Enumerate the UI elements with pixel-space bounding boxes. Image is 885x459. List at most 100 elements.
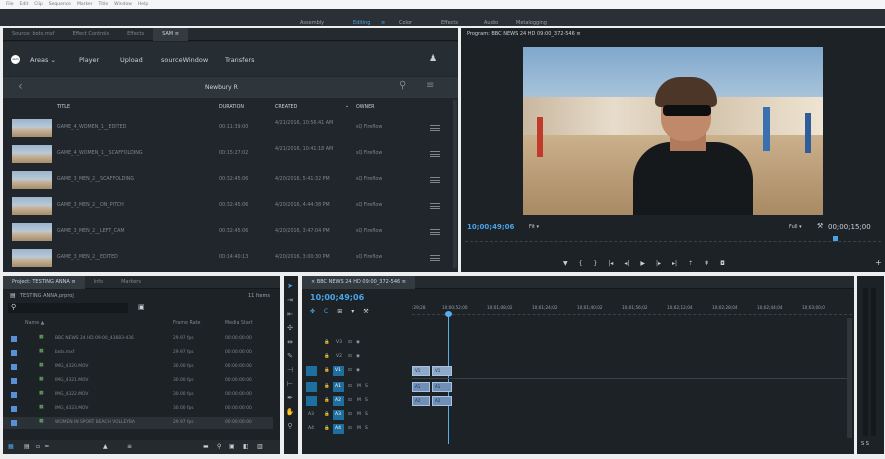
- project-item[interactable]: ▦ bots.mxf 29.97 fps 00:00:00:00: [3, 347, 273, 359]
- menu-icon[interactable]: ≡: [426, 80, 434, 91]
- track-lock-icon[interactable]: 🔒: [324, 426, 330, 431]
- list-view-icon[interactable]: ▤: [24, 443, 30, 450]
- track-sync-icon[interactable]: ⊡: [348, 368, 352, 373]
- mute-button[interactable]: M: [357, 384, 361, 389]
- mute-button[interactable]: M: [357, 426, 361, 431]
- icon-view-icon[interactable]: ▫: [36, 443, 40, 450]
- row-menu-icon[interactable]: [430, 125, 440, 131]
- find-icon[interactable]: ⚲: [217, 443, 221, 450]
- automate-icon[interactable]: ▬: [203, 443, 209, 450]
- menu-sequence[interactable]: Sequence: [49, 2, 71, 7]
- tab-project[interactable]: Project: TESTING ANNA ≡: [3, 276, 85, 289]
- track-v2[interactable]: 🔒 V2 ⊡ ◉: [302, 352, 410, 363]
- sort-chevron-icon[interactable]: ⌄: [345, 104, 349, 109]
- vertical-scrollbar[interactable]: [453, 100, 457, 268]
- track-v1[interactable]: 🔒 V1 ⊡ ◉: [302, 366, 410, 377]
- lock-icon[interactable]: ▦: [8, 443, 14, 450]
- solo-button[interactable]: S: [365, 398, 368, 403]
- tab-sam[interactable]: SAM ≡: [153, 28, 188, 41]
- col-owner[interactable]: OWNER: [356, 105, 374, 110]
- new-bin-icon[interactable]: ▣: [138, 303, 145, 311]
- solo-button[interactable]: S: [365, 384, 368, 389]
- timeline-timecode[interactable]: 10;00;49;06: [310, 293, 364, 302]
- user-icon[interactable]: ♟: [429, 54, 437, 64]
- track-lock-icon[interactable]: 🔒: [324, 398, 330, 403]
- asset-row[interactable]: GAME_3_MEN_2__EDITED 00:14:40:13 4/20/20…: [3, 247, 458, 269]
- meter-solo-buttons[interactable]: S S: [861, 441, 869, 447]
- tab-info[interactable]: Info: [85, 279, 112, 285]
- mark-out-icon[interactable]: }: [593, 260, 597, 267]
- timeline-ruler[interactable]: :29;28 10;00;52;00 10;01;08;02 10;01;24;…: [412, 303, 852, 315]
- linked-selection-icon[interactable]: ⊞: [337, 308, 342, 315]
- menu-file[interactable]: File: [6, 2, 14, 7]
- lift-icon[interactable]: ⇡: [688, 260, 693, 267]
- track-sync-icon[interactable]: ⊡: [348, 412, 352, 417]
- col-media-start[interactable]: Media Start: [225, 321, 253, 326]
- menu-edit[interactable]: Edit: [20, 2, 29, 7]
- track-lock-icon[interactable]: 🔒: [324, 340, 330, 345]
- rolling-edit-icon[interactable]: ✣: [284, 324, 296, 332]
- slide-icon[interactable]: ⊢: [284, 380, 296, 388]
- play-icon[interactable]: ▶: [640, 260, 645, 267]
- export-frame-icon[interactable]: ◘: [720, 260, 725, 267]
- video-clip[interactable]: V1: [432, 366, 452, 376]
- add-marker-icon[interactable]: ▾: [351, 308, 354, 315]
- asset-row[interactable]: GAME_3_MEN_2__ON_PITCH 00:32:45:06 4/20/…: [3, 195, 458, 217]
- nav-source-window[interactable]: sourceWindow: [161, 56, 208, 64]
- zoom-slider-icon[interactable]: ━: [45, 443, 49, 450]
- eye-icon[interactable]: ◉: [356, 340, 360, 345]
- zoom-icon[interactable]: ⚲: [284, 422, 296, 430]
- track-sync-icon[interactable]: ⊡: [348, 340, 352, 345]
- add-button-icon[interactable]: +: [875, 258, 882, 267]
- menu-title[interactable]: Title: [99, 2, 109, 7]
- track-lock-icon[interactable]: 🔒: [324, 368, 330, 373]
- asset-row[interactable]: GAME_3_MEN_2__SCAFFOLDING 00:32:45:06 4/…: [3, 169, 458, 191]
- audio-clip[interactable]: A2: [412, 396, 430, 406]
- new-item-icon[interactable]: ◧: [243, 443, 249, 450]
- workspace-metalogging[interactable]: Metalogging: [516, 20, 547, 26]
- col-name[interactable]: Name ▲: [25, 321, 44, 326]
- track-v3[interactable]: 🔒 V3 ⊡ ◉: [302, 338, 410, 349]
- nav-player[interactable]: Player: [79, 56, 99, 64]
- step-back-icon[interactable]: ◂|: [624, 260, 629, 267]
- col-created[interactable]: CREATED: [275, 105, 297, 110]
- asset-row[interactable]: GAME_4_WOMEN_1__SCAFFOLDING 00:15:27:02 …: [3, 143, 458, 165]
- mark-in-icon[interactable]: {: [579, 260, 583, 267]
- hand-icon[interactable]: ✋: [284, 408, 296, 416]
- col-title[interactable]: TITLE: [57, 105, 70, 110]
- program-timecode[interactable]: 10;00;49;06: [467, 223, 514, 231]
- workspace-assembly[interactable]: Assembly: [300, 20, 324, 26]
- zoom-handle-icon[interactable]: ▲: [103, 443, 108, 450]
- row-menu-icon[interactable]: [430, 177, 440, 183]
- workspace-editing[interactable]: Editing: [353, 20, 370, 26]
- project-item[interactable]: ▦ IMG_4320.MOV 30.00 fps 00:00:00:00: [3, 361, 273, 373]
- mute-button[interactable]: M: [357, 412, 361, 417]
- new-bin-footer-icon[interactable]: ▣: [229, 443, 235, 450]
- rate-stretch-icon[interactable]: ⇹: [284, 338, 296, 346]
- sam-logo[interactable]: sam: [11, 55, 20, 64]
- tab-effect-controls[interactable]: Effect Controls: [63, 31, 118, 37]
- track-lock-icon[interactable]: 🔒: [324, 412, 330, 417]
- workspace-effects[interactable]: Effects: [441, 20, 458, 26]
- tab-source[interactable]: Source: bots.mxf: [3, 31, 63, 37]
- track-sync-icon[interactable]: ⊡: [348, 426, 352, 431]
- back-icon[interactable]: ‹: [18, 79, 23, 93]
- audio-clip[interactable]: A1: [432, 382, 452, 392]
- workspace-color[interactable]: Color: [399, 20, 412, 26]
- row-menu-icon[interactable]: [430, 229, 440, 235]
- track-lock-icon[interactable]: 🔒: [324, 384, 330, 389]
- menu-window[interactable]: Window: [114, 2, 132, 7]
- track-lock-icon[interactable]: 🔒: [324, 354, 330, 359]
- source-patch-a1[interactable]: [306, 382, 317, 392]
- program-time-ruler[interactable]: [465, 234, 881, 242]
- program-playhead[interactable]: [833, 236, 838, 241]
- row-menu-icon[interactable]: [430, 151, 440, 157]
- row-menu-icon[interactable]: [430, 203, 440, 209]
- step-forward-icon[interactable]: |▸: [656, 260, 661, 267]
- track-a2[interactable]: 🔒 A2 ⊡ M S: [302, 396, 410, 407]
- nav-areas[interactable]: Areas ⌄: [30, 56, 56, 64]
- nav-transfers[interactable]: Transfers: [225, 56, 255, 64]
- timeline-scrollbar[interactable]: [847, 318, 852, 438]
- menu-marker[interactable]: Marker: [77, 2, 93, 7]
- slip-icon[interactable]: ⊣: [284, 366, 296, 374]
